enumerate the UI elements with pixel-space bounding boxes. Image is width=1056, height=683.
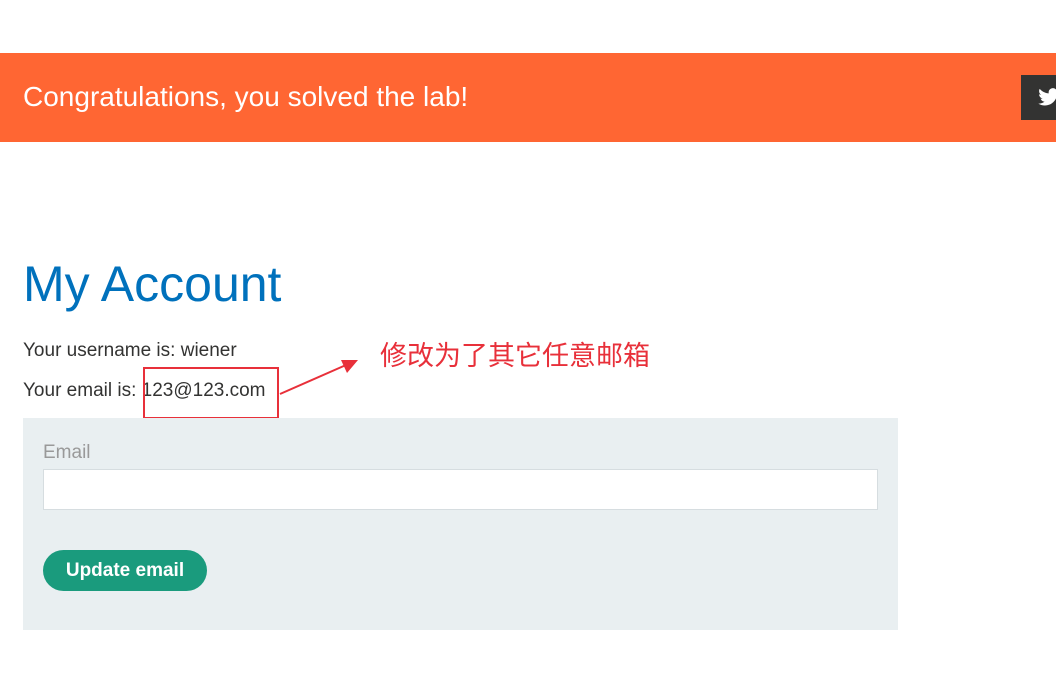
email-prefix: Your email is: bbox=[23, 380, 142, 401]
banner-message: Congratulations, you solved the lab! bbox=[23, 81, 469, 112]
twitter-icon bbox=[1038, 88, 1056, 106]
email-field-label: Email bbox=[43, 442, 91, 463]
username-prefix: Your username is: bbox=[23, 340, 181, 361]
change-email-form: Email Update email bbox=[23, 418, 898, 630]
twitter-share-button[interactable] bbox=[1021, 75, 1056, 120]
username-line: Your username is: wiener bbox=[23, 339, 237, 363]
username-value: wiener bbox=[180, 340, 237, 361]
update-email-button[interactable]: Update email bbox=[43, 550, 207, 591]
annotation-note: 修改为了其它任意邮箱 bbox=[380, 341, 650, 372]
annotation-arrow bbox=[279, 360, 358, 395]
annotation-highlight-box bbox=[143, 367, 279, 419]
page-title: My Account bbox=[23, 256, 282, 312]
email-field[interactable] bbox=[43, 469, 878, 510]
page: Congratulations, you solved the lab! My … bbox=[0, 0, 1056, 683]
